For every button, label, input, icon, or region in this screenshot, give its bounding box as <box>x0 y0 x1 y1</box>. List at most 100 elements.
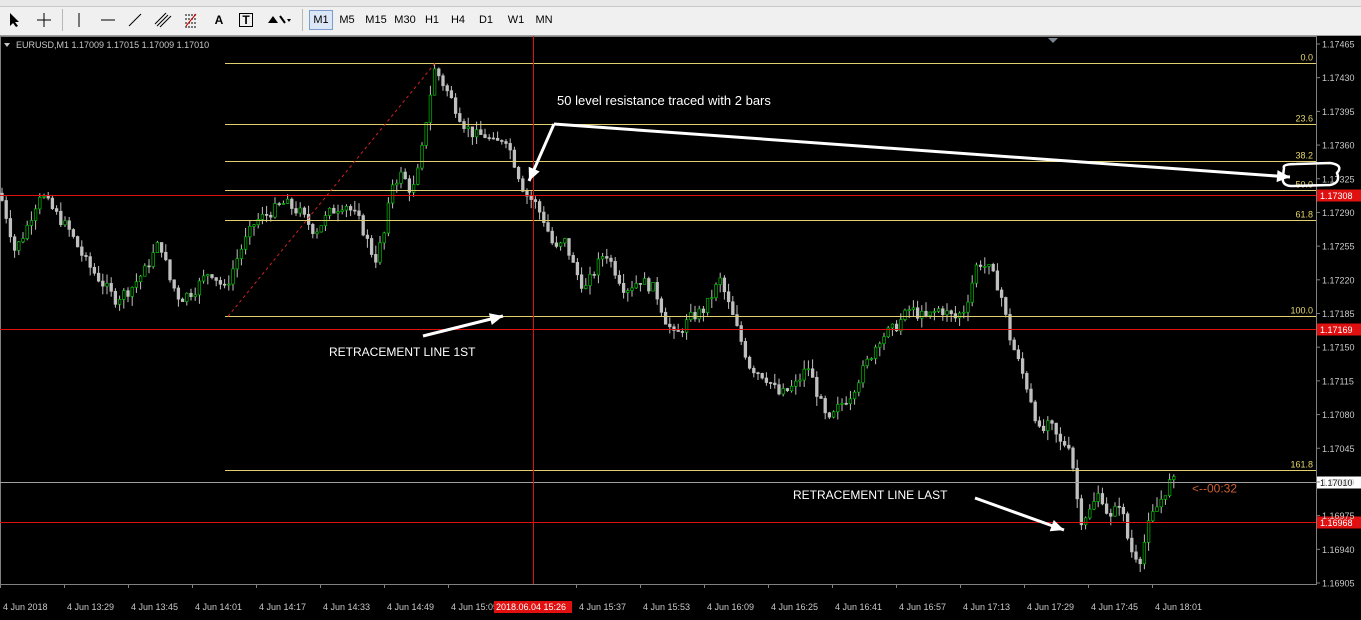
cursor-icon[interactable] <box>5 10 25 30</box>
time-tick-label: 4 Jun 15:53 <box>643 602 690 612</box>
candle <box>122 290 126 300</box>
time-tick-label: 4 Jun 16:41 <box>835 602 882 612</box>
chart-canvas: 0.023.638.250.061.8100.0161.81.173081.17… <box>0 36 1361 613</box>
time-tick-label: 4 Jun 17:13 <box>963 602 1010 612</box>
candle <box>987 264 991 267</box>
timeframe-h1-button[interactable]: H1 <box>420 10 444 30</box>
vertical-line-icon[interactable] <box>70 10 88 30</box>
candle <box>819 396 823 399</box>
timeframe-m15-button[interactable]: M15 <box>363 10 389 30</box>
time-tick-label: 4 Jun 2018 <box>3 602 48 612</box>
candle <box>277 203 281 205</box>
fib-level-label: 61.8 <box>1295 210 1313 220</box>
candle <box>285 198 290 204</box>
candle <box>634 283 638 289</box>
candle <box>71 229 76 237</box>
horizontal-line-icon[interactable] <box>97 10 119 30</box>
toolbar-separator <box>302 9 303 31</box>
candle <box>760 373 764 379</box>
candle <box>823 398 827 414</box>
candle <box>453 97 458 114</box>
time-tick-label: 4 Jun 16:57 <box>899 602 946 612</box>
candle <box>533 199 538 202</box>
timeframe-w1-button[interactable]: W1 <box>503 10 529 30</box>
text-label-tool-glyph: T <box>239 13 253 27</box>
candle <box>260 214 265 220</box>
candle <box>630 287 634 291</box>
candle <box>588 274 592 286</box>
equidistant-channel-icon[interactable] <box>152 10 174 30</box>
candle <box>117 299 122 305</box>
crosshair-icon[interactable] <box>33 10 55 30</box>
candle <box>764 377 769 383</box>
candle <box>273 203 277 218</box>
trendline-icon[interactable] <box>124 10 146 30</box>
candle <box>1046 420 1050 432</box>
arrow-to-axis-50 <box>553 122 1291 179</box>
candle <box>395 182 399 186</box>
candle <box>500 140 504 142</box>
timeframe-d1-button[interactable]: D1 <box>474 10 498 30</box>
candle <box>105 283 109 287</box>
candle <box>1012 339 1016 351</box>
candle <box>655 282 659 300</box>
timeframe-h4-button[interactable]: H4 <box>446 10 470 30</box>
candle <box>374 254 378 263</box>
timeframe-m1-button[interactable]: M1 <box>309 10 333 30</box>
candle <box>743 341 748 358</box>
candle <box>239 248 244 259</box>
timeframe-m30-button[interactable]: M30 <box>392 10 418 30</box>
timeframe-mn-button[interactable]: MN <box>532 10 556 30</box>
candle <box>193 294 197 297</box>
candle <box>542 211 546 223</box>
candle <box>151 252 155 267</box>
price-chart[interactable]: 0.0 23.6 38.2 50.0 61.8 100.0 161.8 1.17308 1.17… <box>0 36 1361 615</box>
candle <box>731 301 735 316</box>
candle <box>626 290 630 293</box>
candle <box>1104 503 1109 514</box>
candle <box>802 368 806 381</box>
candle <box>752 367 756 374</box>
candle <box>697 308 701 320</box>
chart-toolbar: A T M1 M5 M15 M30 H1 H4 D1 W1 MN <box>0 0 1361 36</box>
candle <box>432 68 437 96</box>
timeframe-m5-button[interactable]: M5 <box>334 10 360 30</box>
top-icon-strip <box>0 0 1361 7</box>
candle <box>978 264 983 267</box>
fibonacci-retracement-icon[interactable] <box>180 10 202 30</box>
text-label-icon[interactable]: T <box>236 10 256 30</box>
candle <box>844 402 848 405</box>
arrows-icon[interactable] <box>264 10 294 30</box>
candle <box>281 203 286 205</box>
candle <box>768 382 773 384</box>
price-tick-label: 1.17115 <box>1322 376 1354 386</box>
candle <box>1029 388 1033 403</box>
candle <box>827 412 832 418</box>
candle <box>101 280 105 287</box>
text-icon[interactable]: A <box>210 10 228 30</box>
candle <box>932 311 937 313</box>
candle <box>747 356 752 369</box>
candle <box>609 257 613 262</box>
candle <box>21 238 25 243</box>
candle <box>420 145 424 169</box>
candle <box>1155 506 1159 512</box>
candle <box>642 278 647 285</box>
candle <box>252 224 256 227</box>
dropdown-triangle-icon[interactable] <box>4 43 10 47</box>
candle <box>873 346 878 359</box>
candle <box>264 214 269 216</box>
candle <box>777 384 781 395</box>
candle <box>344 206 349 211</box>
candle <box>189 292 193 297</box>
candle <box>512 149 517 168</box>
fib-level-label: 0.0 <box>1300 53 1313 63</box>
time-tick-label: 4 Jun 14:33 <box>323 602 370 612</box>
candle <box>1172 476 1176 480</box>
shift-marker-icon[interactable] <box>1048 38 1058 43</box>
time-tick-label: 4 Jun 18:01 <box>1155 602 1202 612</box>
candle <box>92 266 97 274</box>
candle <box>575 262 580 276</box>
time-tick-label: 4 Jun 15:05 <box>451 602 498 612</box>
candle <box>1151 511 1155 522</box>
